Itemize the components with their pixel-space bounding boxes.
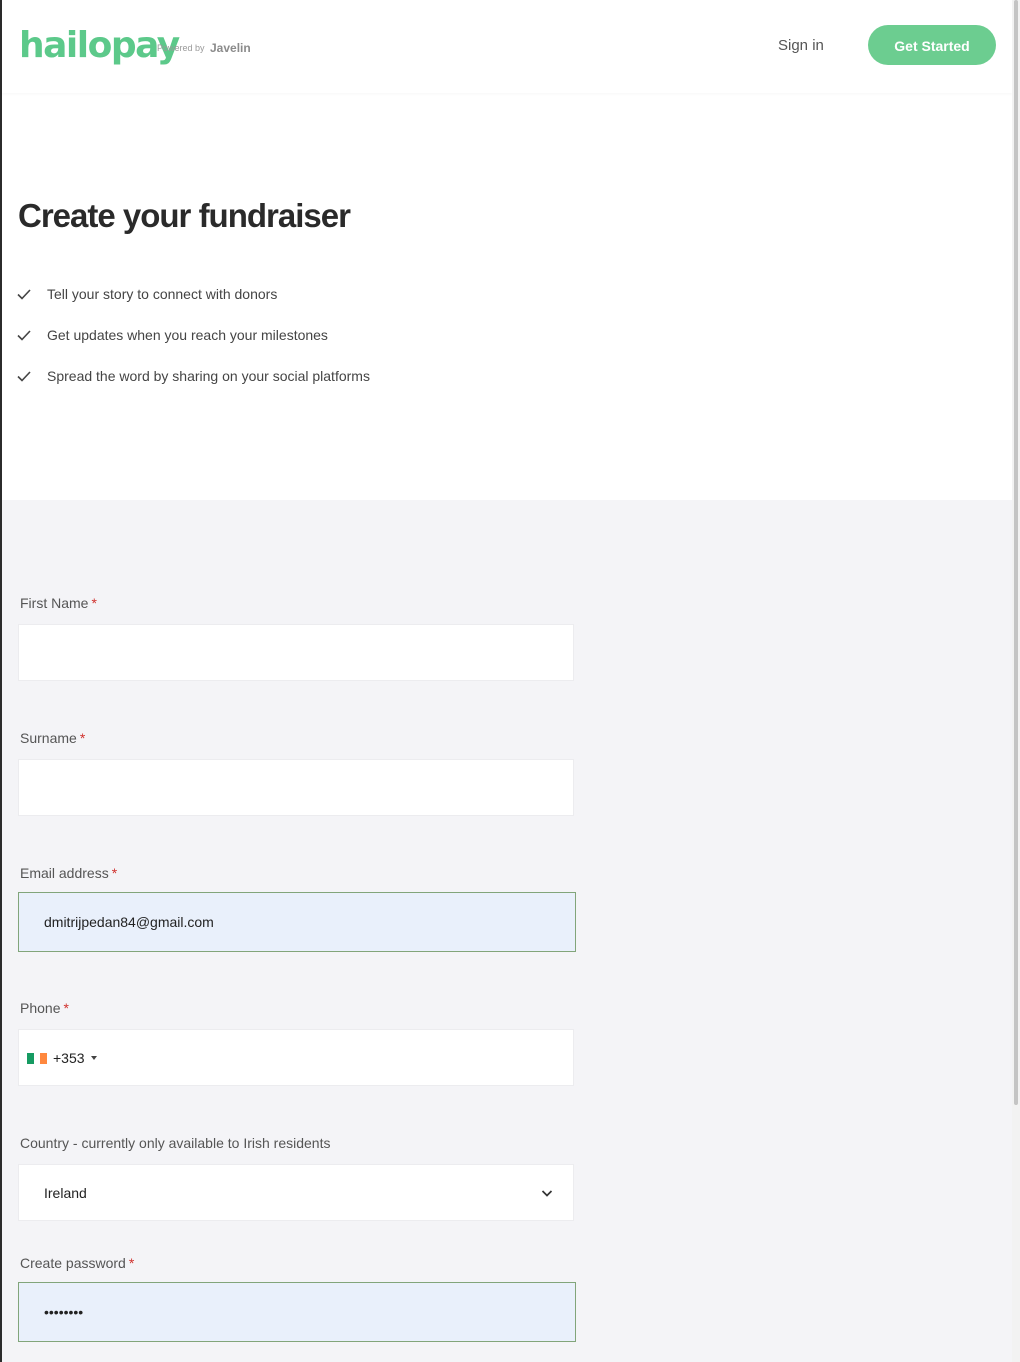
phone-label: Phone * [20,1000,69,1016]
required-mark: * [63,1000,69,1016]
password-label: Create password * [20,1255,134,1271]
password-input[interactable]: •••••••• [18,1282,576,1342]
dial-code[interactable]: +353 [53,1030,85,1087]
site-header: hailopay Powered by Javelin Sign in Get … [2,0,1012,93]
password-value: •••••••• [44,1304,84,1320]
benefit-text: Spread the word by sharing on your socia… [47,368,370,384]
first-name-label: First Name * [20,595,97,611]
benefit-item: Tell your story to connect with donors [16,280,370,321]
sign-in-link[interactable]: Sign in [778,37,824,54]
email-value: dmitrijpedan84@gmail.com [44,914,214,930]
powered-by-text: Powered by [157,43,205,53]
first-name-label-text: First Name [20,595,89,611]
benefits-list: Tell your story to connect with donors G… [16,280,370,403]
email-label-text: Email address [20,865,109,881]
page-title: Create your fundraiser [18,197,351,234]
benefit-item: Spread the word by sharing on your socia… [16,362,370,403]
required-mark: * [79,730,86,746]
required-mark: * [111,865,118,881]
first-name-input[interactable] [18,624,574,681]
checkmark-icon [17,371,31,382]
surname-label: Surname * [20,730,85,746]
checkmark-icon [17,330,31,341]
email-label: Email address * [20,865,117,881]
country-select[interactable]: Ireland [18,1164,574,1221]
benefit-text: Get updates when you reach your mileston… [47,327,328,343]
benefit-item: Get updates when you reach your mileston… [16,321,370,362]
hailopay-logo[interactable]: hailopay [19,26,180,66]
country-value: Ireland [44,1185,87,1201]
surname-label-text: Surname [20,730,77,746]
scrollbar[interactable] [1012,0,1020,1362]
required-mark: * [91,595,97,611]
password-label-text: Create password [20,1255,126,1271]
checkmark-icon [17,289,31,300]
phone-label-text: Phone [20,1000,61,1016]
required-mark: * [128,1255,135,1271]
benefit-text: Tell your story to connect with donors [47,286,278,302]
chevron-down-icon[interactable] [541,1187,553,1199]
country-label: Country - currently only available to Ir… [20,1135,331,1151]
signup-form: First Name * Surname * Email address * dmit… [2,500,1012,1362]
caret-down-icon[interactable] [91,1056,97,1060]
phone-input[interactable]: +353 [18,1029,574,1086]
email-input[interactable]: dmitrijpedan84@gmail.com [18,892,576,952]
surname-input[interactable] [18,759,574,816]
get-started-button[interactable]: Get Started [868,25,996,65]
ireland-flag-icon[interactable] [27,1053,48,1064]
scrollbar-thumb[interactable] [1014,0,1018,1105]
javelin-logo: Javelin [210,41,251,55]
